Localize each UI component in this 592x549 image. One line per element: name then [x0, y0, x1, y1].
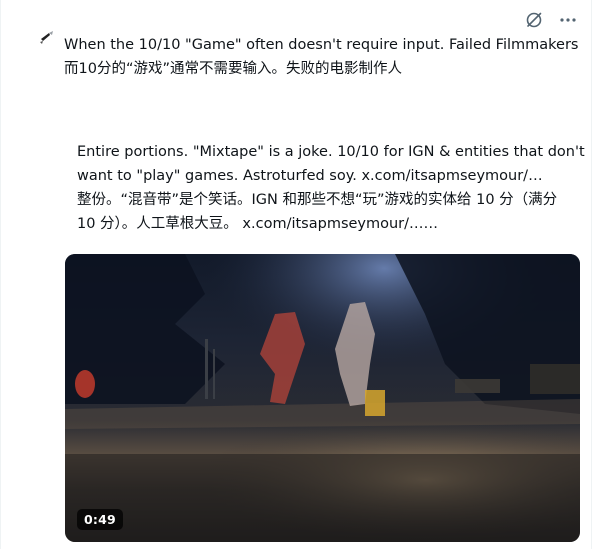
video-thumbnail: [65, 254, 580, 542]
video-player[interactable]: 0:49: [65, 254, 580, 542]
quoted-text-translation: 整份。“混音带”是个笑话。IGN 和那些不想“玩”游戏的实体给 10 分（满分: [77, 192, 558, 208]
video-duration-badge: 0:49: [77, 509, 123, 530]
post-text-translation: 而10分的“游戏”通常不需要输入。失败的电影制作人: [64, 61, 402, 77]
quoted-post-body: Entire portions. "Mixtape" is a joke. 10…: [77, 140, 585, 236]
avatar[interactable]: [38, 28, 56, 46]
post-text-line: When the 10/10 "Game" often doesn't requ…: [64, 37, 579, 53]
more-horizontal-icon[interactable]: [558, 10, 578, 30]
timeline-border-left: [0, 0, 1, 549]
quoted-text-line: want to "play" games. Astroturfed soy. x…: [77, 168, 543, 184]
quoted-text-translation: 10 分）。人工草根大豆。 x.com/itsapmseymour/……: [77, 216, 439, 232]
post-actions: [524, 10, 578, 30]
quoted-text-line: Entire portions. "Mixtape" is a joke. 10…: [77, 144, 585, 160]
post-body: When the 10/10 "Game" often doesn't requ…: [64, 33, 579, 81]
grok-icon[interactable]: [524, 10, 544, 30]
